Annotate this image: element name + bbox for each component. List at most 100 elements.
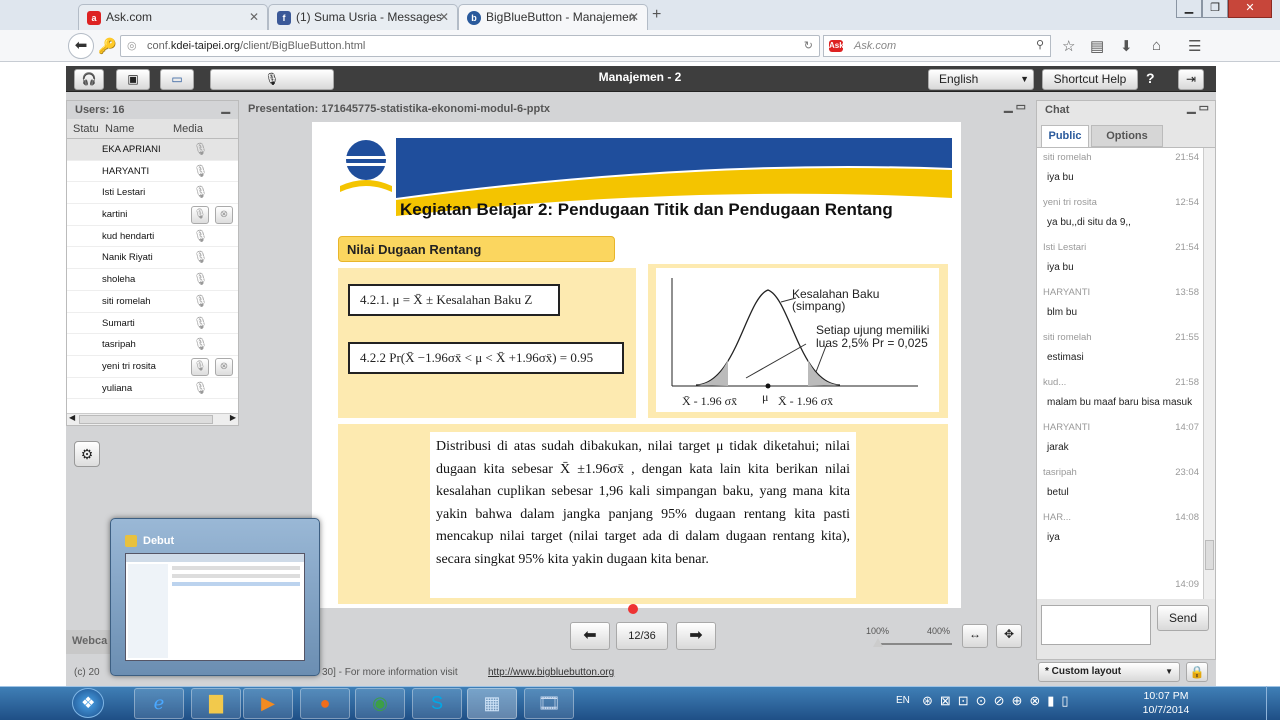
- start-button[interactable]: ❖: [72, 688, 104, 718]
- next-slide-button[interactable]: ➡: [676, 622, 716, 650]
- fit-width-button[interactable]: ↔: [962, 624, 988, 648]
- language-indicator[interactable]: EN: [896, 695, 910, 706]
- users-list: EKA APRIANI 🎙 HARYANTI 🎙 Isti Lestari 🎙 kartin…: [67, 139, 238, 400]
- close-tab-icon[interactable]: ✕: [629, 10, 639, 24]
- chat-window-controls-icon[interactable]: ▁ ▭: [1187, 101, 1209, 114]
- col-name[interactable]: Name: [105, 123, 134, 135]
- taskbar-firefox[interactable]: ●: [300, 688, 350, 719]
- user-row[interactable]: Nanik Riyati 🎙: [67, 247, 238, 270]
- user-row[interactable]: tasripah 🎙: [67, 334, 238, 356]
- send-button[interactable]: Send: [1157, 605, 1209, 631]
- user-name: EKA APRIANI: [102, 144, 161, 155]
- user-row[interactable]: sholeha 🎙: [67, 269, 238, 291]
- site-identity-icon[interactable]: 🔑: [98, 37, 117, 55]
- mute-user-button[interactable]: 🎙: [191, 206, 209, 225]
- user-row[interactable]: kud hendarti 🎙: [67, 226, 238, 248]
- taskbar-debut[interactable]: ▦: [467, 688, 517, 719]
- chat-scroll-thumb[interactable]: [1205, 540, 1214, 570]
- col-status[interactable]: Statu: [73, 123, 99, 135]
- users-scrollbar[interactable]: ◀ ▶: [67, 413, 238, 425]
- layout-select[interactable]: * Custom layout ▼: [1038, 662, 1180, 682]
- help-button[interactable]: ?: [1146, 70, 1155, 86]
- headset-button[interactable]: 🎧: [74, 69, 104, 90]
- new-tab-button[interactable]: +: [652, 6, 661, 24]
- download-icon[interactable]: ⬇: [1120, 37, 1133, 55]
- webcam-button[interactable]: ▣: [116, 69, 150, 90]
- zoom-slider[interactable]: [876, 643, 952, 645]
- settings-button[interactable]: ⚙: [74, 441, 100, 467]
- taskbar-thumbnail-preview[interactable]: Debut: [110, 518, 320, 676]
- chat-scrollbar[interactable]: [1203, 148, 1215, 599]
- chat-time: 12:54: [1175, 197, 1199, 208]
- search-bar[interactable]: Ask Ask.com ⚲: [823, 35, 1051, 57]
- taskbar-clock[interactable]: 10:07 PM 10/7/2014: [1136, 689, 1196, 717]
- taskbar-video[interactable]: 🎞: [524, 688, 574, 719]
- system-tray-icons[interactable]: ⊛⊠⊡⊙⊘⊕⊗▮▯: [922, 693, 1076, 709]
- user-row[interactable]: EKA APRIANI 🎙: [67, 139, 238, 161]
- taskbar-skype[interactable]: S: [412, 688, 462, 719]
- logout-button[interactable]: ⇥: [1178, 69, 1204, 90]
- close-tab-icon[interactable]: ✕: [249, 10, 259, 24]
- home-icon[interactable]: ⌂: [1152, 37, 1161, 54]
- kick-user-button[interactable]: ⊗: [215, 206, 233, 225]
- figure-panel: Kesalahan Baku (simpang) Setiap ujung me…: [648, 264, 948, 418]
- restore-button[interactable]: ❐: [1202, 0, 1228, 18]
- chat-time: 13:58: [1175, 287, 1199, 298]
- mute-user-button[interactable]: 🎙: [191, 357, 209, 376]
- taskbar-explorer[interactable]: ▇: [191, 688, 241, 719]
- reload-icon[interactable]: ↻: [804, 39, 813, 52]
- zoom-slider-handle[interactable]: [873, 638, 883, 647]
- user-row[interactable]: HARYANTI 🎙: [67, 161, 238, 183]
- microphone-icon: 🎙: [193, 250, 209, 265]
- microphone-icon: 🎙: [193, 185, 209, 200]
- language-select[interactable]: English ▼: [928, 69, 1034, 90]
- lock-layout-button[interactable]: 🔒: [1186, 662, 1208, 682]
- scroll-thumb[interactable]: [79, 415, 213, 424]
- user-row[interactable]: yeni tri rosita 🎙 ⊗: [67, 356, 238, 378]
- tab-bigbluebutton[interactable]: b BigBlueButton - Manajemen ✕: [458, 4, 648, 30]
- chat-sender: Isti Lestari: [1043, 242, 1087, 253]
- minimize-button[interactable]: ▁: [1176, 0, 1202, 18]
- thumbnail-title: Debut: [143, 535, 175, 547]
- tab-facebook[interactable]: f (1) Suma Usria - Messages ✕: [268, 4, 458, 30]
- maximize-panel-icon[interactable]: ▁ ▭: [1004, 100, 1026, 113]
- back-button[interactable]: ⬅: [68, 33, 94, 59]
- user-row[interactable]: Sumarti 🎙: [67, 313, 238, 335]
- chat-sender: siti romelah: [1043, 152, 1092, 163]
- kick-user-button[interactable]: ⊗: [215, 357, 233, 376]
- user-row[interactable]: yuliana 🎙: [67, 378, 238, 400]
- fit-page-button[interactable]: ✥: [996, 624, 1022, 648]
- desktop-share-button[interactable]: ▭: [160, 69, 194, 90]
- url-bar[interactable]: conf.kdei-taipei.org/client/BigBlueButto…: [120, 35, 820, 57]
- minimize-panel-icon[interactable]: ▁: [222, 101, 230, 114]
- scroll-right-icon[interactable]: ▶: [230, 413, 236, 422]
- tab-ask[interactable]: a Ask.com ✕: [78, 4, 268, 30]
- taskbar-media-player[interactable]: ▶: [243, 688, 293, 719]
- user-row[interactable]: siti romelah 🎙: [67, 291, 238, 313]
- chat-input[interactable]: [1041, 605, 1151, 645]
- microphone-button[interactable]: 🎙: [210, 69, 334, 90]
- clock-date: 10/7/2014: [1142, 704, 1190, 716]
- shortcut-help-button[interactable]: Shortcut Help: [1042, 69, 1138, 90]
- taskbar-chrome[interactable]: ◉: [355, 688, 405, 719]
- tab-public[interactable]: Public: [1041, 125, 1089, 147]
- reading-list-icon[interactable]: ▤: [1090, 37, 1104, 55]
- search-icon[interactable]: ⚲: [1036, 38, 1044, 51]
- menu-icon[interactable]: ☰: [1188, 37, 1201, 55]
- col-media[interactable]: Media: [173, 123, 203, 135]
- tab-options[interactable]: Options: [1091, 125, 1163, 147]
- close-window-button[interactable]: ✕: [1228, 0, 1272, 18]
- presentation-header: Presentation: 171645775-statistika-ekono…: [240, 100, 1032, 118]
- taskbar-ie[interactable]: ℯ: [134, 688, 184, 719]
- previous-slide-button[interactable]: ⬅: [570, 622, 610, 650]
- chat-time: 14:07: [1175, 422, 1199, 433]
- scroll-left-icon[interactable]: ◀: [69, 413, 75, 422]
- page-indicator[interactable]: 12/36: [616, 622, 668, 650]
- bookmark-star-icon[interactable]: ☆: [1062, 37, 1075, 55]
- chat-text: malam bu maaf baru bisa masuk: [1047, 397, 1193, 408]
- show-desktop-button[interactable]: [1266, 686, 1280, 720]
- user-row[interactable]: Isti Lestari 🎙: [67, 182, 238, 205]
- close-tab-icon[interactable]: ✕: [439, 10, 449, 24]
- bigbluebutton-link[interactable]: http://www.bigbluebutton.org: [488, 667, 614, 678]
- user-row[interactable]: kartini 🎙 ⊗: [67, 204, 238, 226]
